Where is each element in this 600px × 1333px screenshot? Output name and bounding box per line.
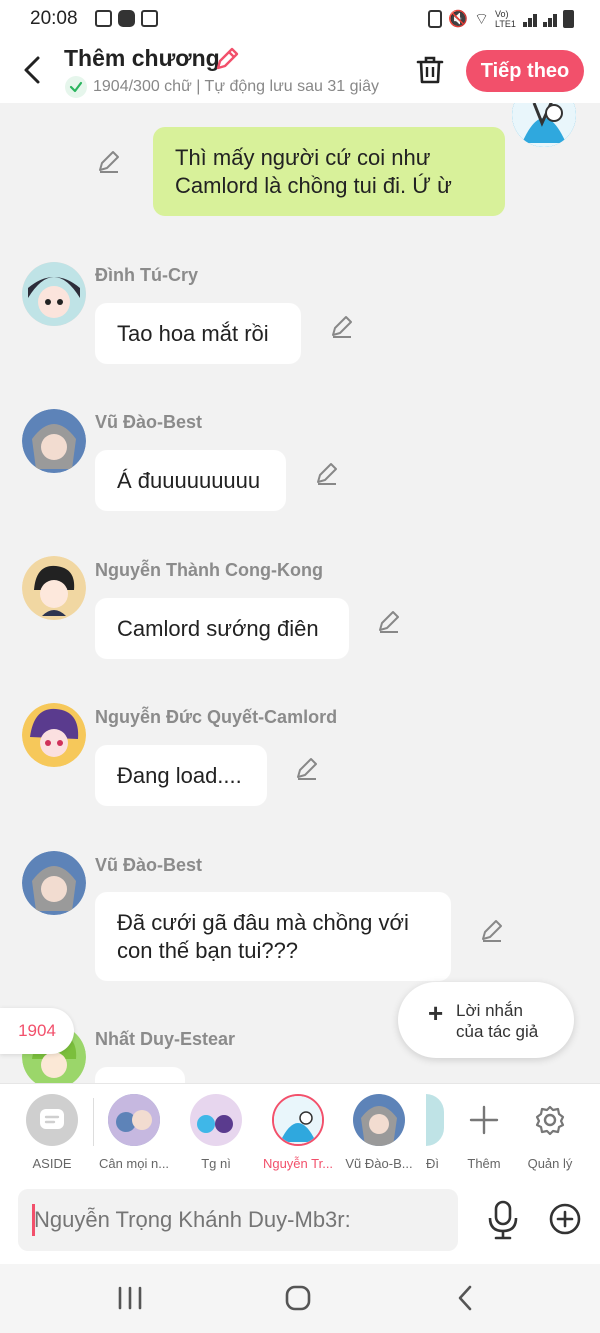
avatar xyxy=(22,409,86,473)
author-note-button[interactable]: + Lời nhắn của tác giả xyxy=(398,982,574,1058)
signal-2-icon xyxy=(543,11,557,27)
gear-icon xyxy=(510,1094,590,1146)
edit-message-button[interactable] xyxy=(314,460,340,486)
character-label: ASIDE xyxy=(32,1156,72,1171)
battery-icon xyxy=(563,10,574,28)
page-title: Thêm chương xyxy=(64,45,220,71)
recents-button[interactable] xyxy=(116,1286,144,1315)
character-item-selected[interactable]: Nguyễn Tr... xyxy=(258,1094,338,1171)
character-item[interactable]: Cân mọi n... xyxy=(94,1094,174,1171)
attach-button[interactable] xyxy=(548,1202,582,1236)
voice-button[interactable] xyxy=(486,1200,520,1240)
clock-icon xyxy=(141,10,158,27)
pencil-icon xyxy=(297,758,317,780)
pencil-icon xyxy=(317,463,337,485)
plus-circle-icon xyxy=(549,1203,581,1235)
edit-message-button[interactable] xyxy=(294,755,320,781)
character-item[interactable]: Tg nì xyxy=(176,1094,256,1171)
author-note-label: Lời nhắn của tác giả xyxy=(456,1001,539,1041)
message-input[interactable] xyxy=(18,1189,458,1251)
manage-button[interactable]: Quản lý xyxy=(510,1094,590,1171)
input-area xyxy=(0,1178,600,1264)
avatar xyxy=(353,1094,405,1146)
message-bubble[interactable] xyxy=(95,1067,185,1083)
back-icon xyxy=(458,1285,472,1311)
plus-icon: + xyxy=(428,998,444,1028)
check-icon xyxy=(65,76,87,98)
sender-name: Vũ Đào-Best xyxy=(95,855,203,875)
edit-message-button[interactable] xyxy=(96,148,122,174)
character-label: Vũ Đào-B... xyxy=(345,1156,413,1171)
save-status-text: 1904/300 chữ | Tự động lưu sau 31 giây xyxy=(93,78,379,95)
edit-title-button[interactable] xyxy=(214,46,240,72)
trash-icon xyxy=(416,56,444,84)
system-back-button[interactable] xyxy=(454,1284,478,1317)
character-bar: ASIDE Cân mọi n... Tg nì Nguyễn Tr... Vũ… xyxy=(0,1083,600,1178)
back-button[interactable] xyxy=(18,52,48,88)
pencil-icon xyxy=(216,47,239,70)
pencil-icon xyxy=(379,611,399,633)
chat-area[interactable]: Thì mấy người cứ coi như Camlord là chồn… xyxy=(0,103,600,1083)
sender-name: Nguyễn Thành Cong-Kong xyxy=(95,560,323,580)
edit-message-button[interactable] xyxy=(376,608,402,634)
signal-icon xyxy=(523,11,537,27)
chat-bubble-icon xyxy=(40,1109,64,1129)
message-bubble[interactable]: Tao hoa mắt rồi xyxy=(95,303,301,364)
save-status: 1904/300 chữ | Tự động lưu sau 31 giây xyxy=(65,76,395,98)
character-label: Tg nì xyxy=(201,1156,231,1171)
pencil-icon xyxy=(99,151,119,173)
text-caret xyxy=(32,1204,35,1236)
sender-name: Vũ Đào-Best xyxy=(95,412,203,432)
notification-icons xyxy=(95,10,158,27)
wifi-icon: ⌔ xyxy=(473,11,489,28)
sender-name: Nhất Duy-Estear xyxy=(95,1029,236,1049)
recycle-icon xyxy=(428,10,443,28)
edit-message-button[interactable] xyxy=(329,313,355,339)
manage-label: Quản lý xyxy=(527,1156,573,1171)
sender-name: Nguyễn Đức Quyết-Camlord xyxy=(95,707,338,727)
aside-avatar xyxy=(26,1094,78,1146)
avatar xyxy=(108,1094,160,1146)
gallery-icon xyxy=(95,10,112,27)
character-label: Cân mọi n... xyxy=(98,1156,170,1171)
message-bubble[interactable]: Đang load.... xyxy=(95,745,267,806)
youtube-icon xyxy=(118,10,135,27)
avatar xyxy=(426,1094,444,1146)
home-button[interactable] xyxy=(284,1284,312,1317)
top-bar: Thêm chương 1904/300 chữ | Tự động lưu s… xyxy=(0,40,600,103)
message-bubble[interactable]: Thì mấy người cứ coi như Camlord là chồn… xyxy=(153,127,505,216)
avatar xyxy=(22,556,86,620)
avatar xyxy=(22,851,86,915)
delete-button[interactable] xyxy=(414,54,446,86)
character-label: Nguyễn Tr... xyxy=(262,1156,334,1171)
pencil-icon xyxy=(332,316,352,338)
avatar xyxy=(22,262,86,326)
avatar xyxy=(512,103,576,147)
microphone-icon xyxy=(488,1200,518,1240)
recents-icon xyxy=(118,1286,142,1310)
message-bubble[interactable]: Camlord sướng điên xyxy=(95,598,349,659)
system-icons: 🔇 ⌔ Vo) LTE1 xyxy=(428,9,574,29)
avatar xyxy=(22,703,86,767)
network-label: Vo) LTE1 xyxy=(495,9,516,29)
chevron-left-icon xyxy=(24,56,40,84)
avatar xyxy=(190,1094,242,1146)
edit-message-button[interactable] xyxy=(479,917,505,943)
system-nav-bar xyxy=(0,1264,600,1333)
character-item[interactable]: Vũ Đào-B... xyxy=(339,1094,419,1171)
status-time: 20:08 xyxy=(30,8,78,29)
sender-name: Đình Tú-Cry xyxy=(95,265,198,285)
word-count-badge[interactable]: 1904 xyxy=(0,1008,74,1054)
character-aside[interactable]: ASIDE xyxy=(12,1094,92,1171)
next-button[interactable]: Tiếp theo xyxy=(466,50,584,92)
pencil-icon xyxy=(482,920,502,942)
home-icon xyxy=(285,1285,311,1311)
message-bubble[interactable]: Á đuuuuuuuuu xyxy=(95,450,286,511)
message-bubble[interactable]: Đã cưới gã đâu mà chồng với con thế bạn … xyxy=(95,892,451,981)
status-bar: 20:08 🔇 ⌔ Vo) LTE1 xyxy=(0,0,600,40)
mute-icon: 🔇 xyxy=(448,11,468,28)
avatar xyxy=(272,1094,324,1146)
